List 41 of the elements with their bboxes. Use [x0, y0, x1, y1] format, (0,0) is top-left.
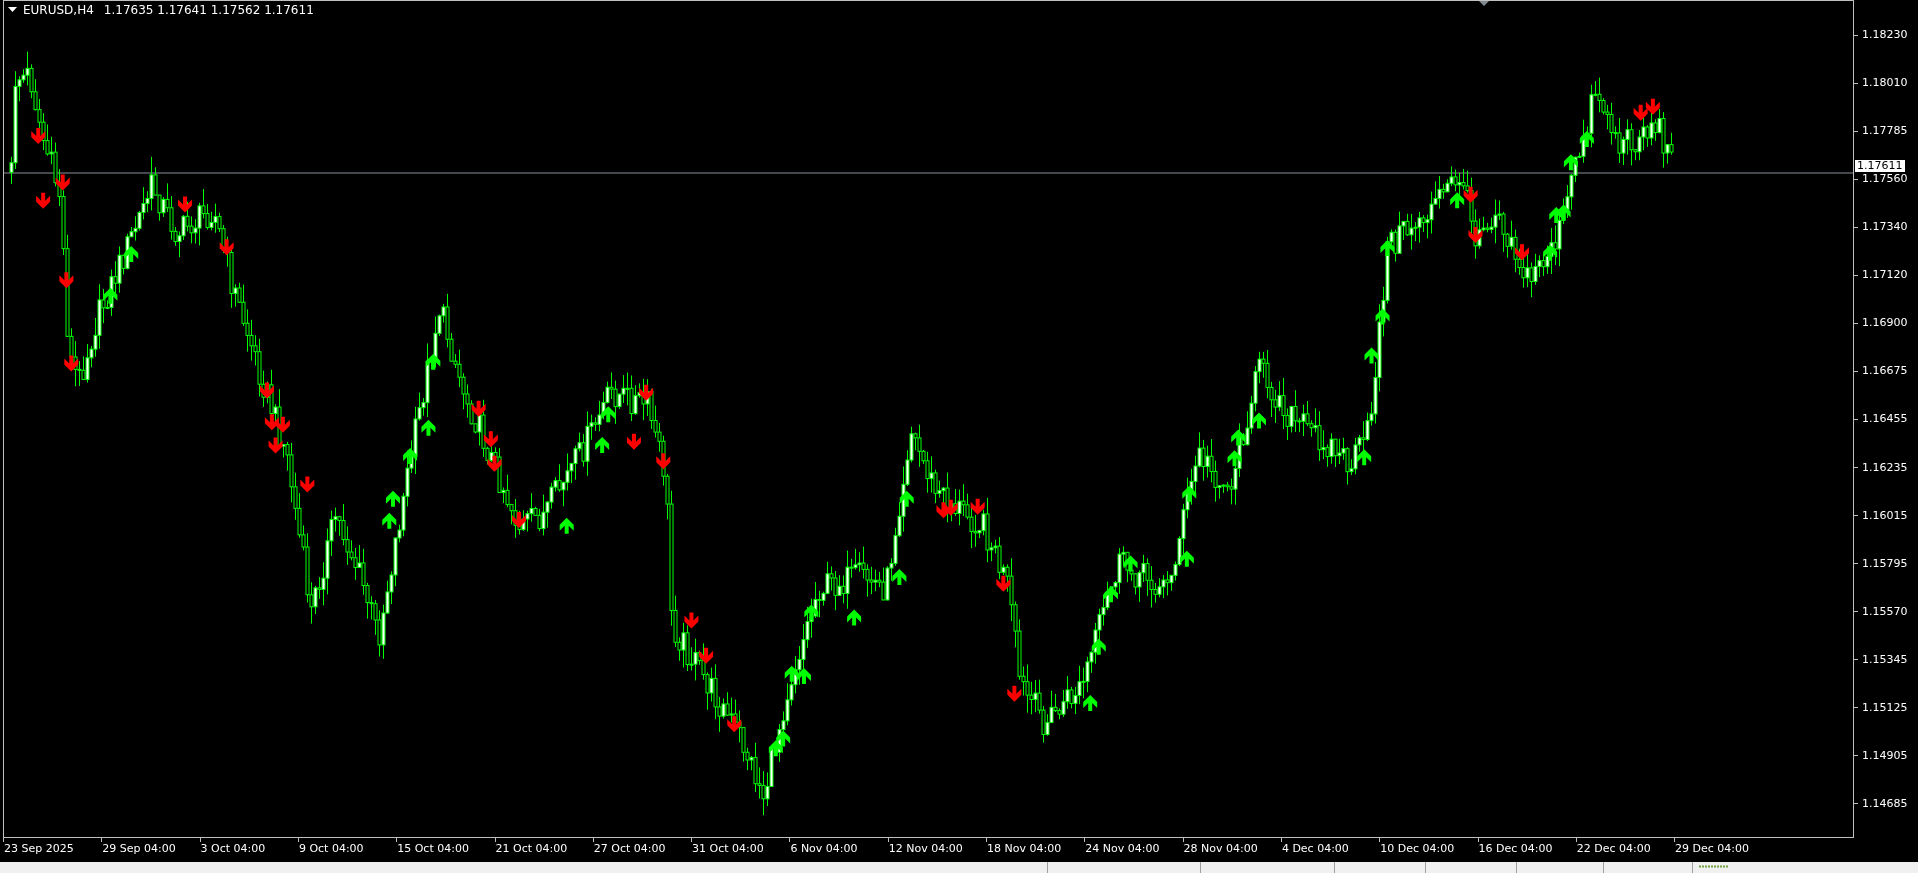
price-label: 1.16455: [1862, 412, 1908, 427]
price-label: 1.16015: [1862, 508, 1908, 523]
price-label: 1.17560: [1862, 172, 1908, 187]
dropdown-triangle-icon[interactable]: [8, 7, 17, 13]
time-label: 4 Dec 04:00: [1281, 842, 1349, 856]
time-label: 21 Oct 04:00: [495, 842, 568, 856]
price-label: 1.16235: [1862, 460, 1908, 475]
current-price-label: 1.17611: [1855, 160, 1905, 172]
price-label: 1.17785: [1862, 124, 1908, 139]
time-label: 3 Oct 04:00: [200, 842, 266, 856]
time-label: 6 Nov 04:00: [790, 842, 858, 856]
price-label: 1.15795: [1862, 556, 1908, 571]
symbol-label: EURUSD,H4: [23, 4, 94, 16]
time-label: 27 Oct 04:00: [593, 842, 666, 856]
price-label: 1.14685: [1862, 796, 1908, 811]
price-label: 1.18230: [1862, 28, 1908, 42]
time-label: 24 Nov 04:00: [1085, 842, 1160, 856]
time-label: 29 Dec 04:00: [1675, 842, 1750, 856]
time-label: 12 Nov 04:00: [888, 842, 963, 856]
price-label: 1.17340: [1862, 220, 1908, 235]
price-label: 1.15570: [1862, 604, 1908, 619]
connection-bars-icon: [1699, 865, 1729, 868]
time-label: 10 Dec 04:00: [1380, 842, 1455, 856]
price-label: 1.15345: [1862, 652, 1908, 667]
time-label: 31 Oct 04:00: [692, 842, 764, 856]
shift-marker-icon[interactable]: [1479, 1, 1489, 7]
time-label: 18 Nov 04:00: [987, 842, 1062, 856]
time-label: 28 Nov 04:00: [1183, 842, 1258, 856]
time-label: 15 Oct 04:00: [397, 842, 469, 856]
price-label: 1.16675: [1862, 364, 1908, 379]
price-label: 1.18010: [1862, 76, 1908, 91]
price-label: 1.16900: [1862, 316, 1908, 331]
time-label: 29 Sep 04:00: [102, 842, 176, 856]
time-label: 22 Dec 04:00: [1576, 842, 1651, 856]
time-label: 16 Dec 04:00: [1478, 842, 1553, 856]
price-label: 1.14905: [1862, 748, 1908, 763]
ohlc-values: 1.17635 1.17641 1.17562 1.17611: [103, 4, 314, 16]
time-label: 23 Sep 2025: [4, 842, 74, 856]
price-label: 1.15125: [1862, 700, 1908, 715]
time-label: 9 Oct 04:00: [298, 842, 364, 856]
price-label: 1.17120: [1862, 268, 1908, 283]
